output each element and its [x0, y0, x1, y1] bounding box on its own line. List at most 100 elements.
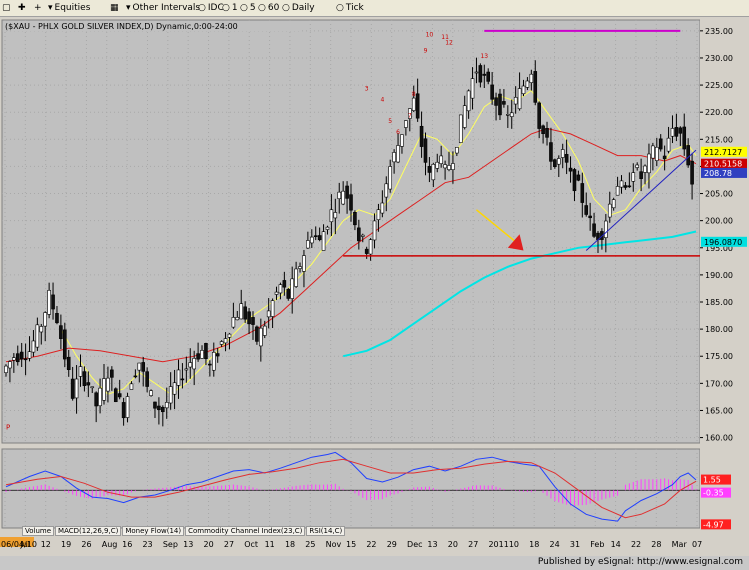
candle-body	[223, 338, 228, 344]
candle-body	[164, 402, 169, 409]
candle-body	[8, 361, 12, 369]
candle-body	[309, 236, 314, 244]
candle-body	[86, 382, 91, 386]
toolbar-button-label: 1	[231, 3, 238, 13]
toolbar-button-daily[interactable]: ○ Daily	[282, 2, 315, 15]
candle-body	[572, 169, 577, 192]
folder-icon: ▢	[2, 3, 11, 13]
candle-body	[651, 145, 655, 159]
td-marker: 6	[396, 129, 400, 136]
candle-body	[294, 268, 298, 287]
toolbar-button-idc[interactable]: ○ IDC	[198, 2, 224, 15]
y-tick-label: 200.00	[705, 217, 733, 226]
candle-body	[231, 317, 236, 328]
candle-body	[611, 199, 616, 209]
indicator-tab[interactable]: RSI(14,C)	[306, 526, 346, 536]
candle-body	[458, 114, 463, 143]
candle-body	[372, 220, 377, 241]
candle-body	[368, 239, 373, 255]
candle-body	[525, 80, 530, 88]
toolbar-button-tick[interactable]: ○ Tick	[336, 2, 364, 15]
candle-body	[82, 371, 87, 386]
macd-value-label: -4.97	[703, 520, 724, 529]
x-tick-label: Oct	[244, 540, 258, 549]
candle-body	[117, 393, 122, 398]
x-tick-label: 13	[183, 540, 193, 549]
toolbar-button-plus[interactable]: +	[34, 2, 44, 15]
candle-body	[607, 203, 612, 218]
candle-body	[419, 125, 424, 147]
candle-body	[490, 84, 494, 100]
candle-body	[121, 402, 126, 419]
toolbar-button-label: 5	[249, 3, 256, 13]
candle-body	[631, 172, 636, 182]
candle-body	[396, 145, 400, 163]
y-tick-label: 225.00	[705, 81, 733, 90]
candle-body	[647, 153, 651, 174]
candle-body	[31, 340, 36, 353]
candle-body	[227, 333, 232, 338]
x-tick-label: Mar	[672, 540, 688, 549]
y-tick-label: 215.00	[705, 135, 733, 144]
candle-body	[341, 190, 345, 205]
candle-body	[455, 147, 459, 154]
crosshair-icon: ✚	[18, 3, 26, 13]
toolbar-button-other-intervals[interactable]: ▾ Other Intervals	[126, 2, 200, 15]
candle-body	[439, 155, 443, 164]
candle-body	[494, 97, 498, 106]
price-label: 210.5158	[704, 160, 742, 169]
candle-body	[502, 101, 506, 105]
chart-area[interactable]: 160.00 165.00 170.00 175.00 180.00 185.00 190.…	[0, 17, 749, 556]
candle-body	[184, 368, 189, 371]
td-marker: 9	[424, 48, 428, 55]
radio-icon: ○	[198, 3, 206, 13]
candle-body	[70, 378, 75, 399]
candle-body	[682, 126, 687, 150]
candle-body	[333, 212, 338, 219]
x-tick-label: 23	[142, 540, 152, 549]
x-tick-label: 18	[285, 540, 295, 549]
indicator-tab[interactable]: Volume	[22, 526, 55, 536]
dropdown-icon: ▾	[48, 3, 53, 13]
toolbar-button-crosshair[interactable]: ✚	[18, 2, 28, 15]
candle-body	[78, 366, 83, 377]
x-tick-label: 12	[41, 540, 51, 549]
indicator-tab[interactable]: Money Flow(14)	[122, 526, 185, 536]
y-tick-label: 175.00	[705, 352, 733, 361]
y-tick-label: 160.00	[705, 434, 733, 443]
y-tick-label: 190.00	[705, 271, 733, 280]
toolbar-button-equities[interactable]: ▾ Equities	[48, 2, 90, 15]
indicator-tab[interactable]: Commodity Channel Index(23,C)	[185, 526, 306, 536]
indicator-tab[interactable]: MACD(12,26,9,C)	[55, 526, 122, 536]
candle-body	[313, 235, 318, 237]
candle-body	[219, 341, 224, 345]
candle-body	[286, 289, 291, 299]
candle-body	[411, 97, 416, 111]
candle-body	[55, 313, 59, 324]
candle-body	[623, 185, 628, 188]
td-marker: 4	[380, 96, 384, 103]
td-marker: 8	[412, 91, 416, 98]
candle-body	[349, 194, 353, 211]
candle-body	[690, 160, 694, 185]
macd-value-label: -0.35	[703, 489, 724, 498]
candle-body	[47, 290, 51, 315]
candle-body	[619, 180, 624, 188]
toolbar-button-1[interactable]: ○ 1	[222, 2, 238, 15]
candle-body	[353, 212, 357, 226]
candle-body	[576, 174, 581, 181]
candle-body	[302, 255, 306, 272]
toolbar-button-folder[interactable]: ▢	[2, 2, 13, 15]
toolbar-button-60[interactable]: ○ 60	[258, 2, 279, 15]
candle-body	[19, 351, 24, 360]
candle-body	[560, 149, 565, 158]
candle-body	[176, 369, 181, 386]
candle-body	[188, 362, 193, 368]
toolbar-button-5[interactable]: ○ 5	[240, 2, 256, 15]
x-tick-label: 07	[692, 540, 702, 549]
x-tick-label: 20	[448, 540, 458, 549]
toolbar-button-calendar[interactable]: ▦	[110, 2, 121, 15]
candle-body	[686, 145, 690, 166]
status-footer: Published by eSignal: http://www.esignal…	[0, 556, 749, 570]
toolbar-button-label: Other Intervals	[132, 3, 201, 13]
